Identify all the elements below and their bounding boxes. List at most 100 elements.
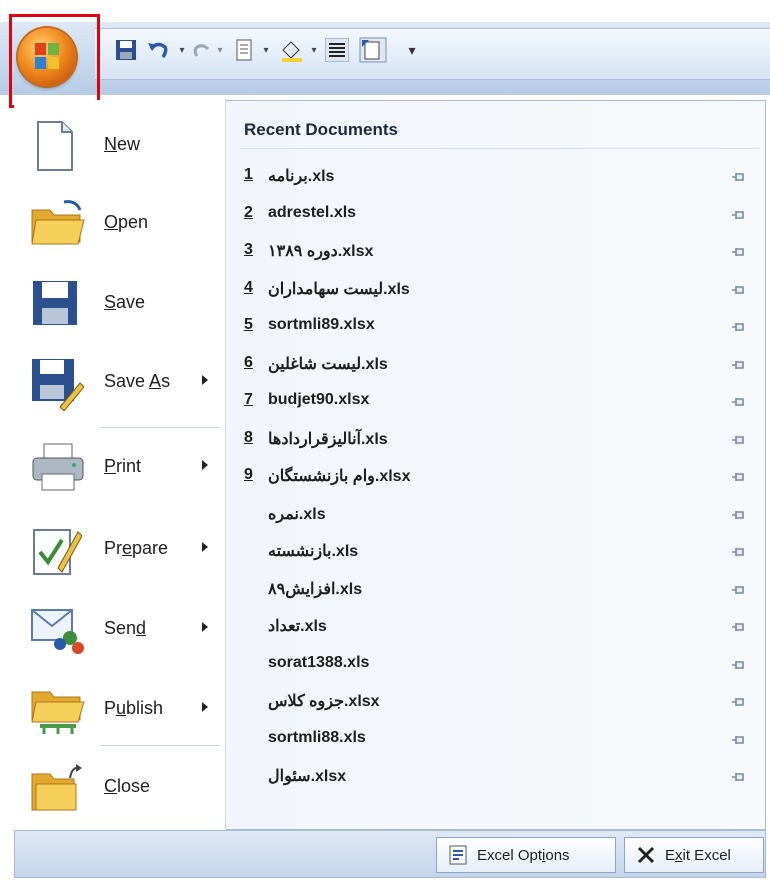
recent-document-name: sorat1388.xls [268,653,370,671]
recent-documents-divider [240,148,760,149]
customize-qat-icon[interactable]: ▾ [404,33,420,67]
recent-document-number: 5 [244,316,253,333]
recent-document-number: 6 [244,353,253,371]
recent-document-item[interactable]: بازنشسته.xls [240,535,760,571]
recent-document-number: 1 [244,166,253,183]
recent-document-name: budjet90.xlsx [268,391,370,408]
pin-icon[interactable] [730,694,746,710]
menu-item-label: Save [104,292,146,312]
recent-document-number: 4 [244,278,253,296]
menu-item-print[interactable]: Print [14,432,226,504]
pin-icon[interactable] [730,619,746,635]
recent-document-number: 7 [244,391,253,408]
pin-icon[interactable] [730,319,746,335]
save-qat-icon[interactable] [112,33,140,67]
exit-excel-button[interactable]: Exit Excel [624,837,764,873]
recent-document-name: نمره.xls [268,505,326,523]
recent-document-name: وام بازنشستگان.xlsx [268,468,411,485]
publish-icon [30,684,86,736]
recent-document-name: برنامه.xls [268,168,335,185]
pin-icon[interactable] [730,169,746,185]
pin-icon[interactable] [730,394,746,410]
recent-documents-title: Recent Documents [244,120,398,139]
recent-document-name: لیست سهامداران.xls [268,280,410,298]
menu-item-send[interactable]: Send [14,594,226,666]
pin-icon[interactable] [730,244,746,260]
recent-document-item[interactable]: سئوال.xlsx [240,760,760,796]
recent-document-item[interactable]: 4 لیست سهامداران.xls [240,273,760,309]
open-folder-icon [30,198,86,250]
office-button-highlight [9,14,100,108]
recent-document-item[interactable]: 8 آنالیزقراردادها.xls [240,423,760,459]
pin-icon[interactable] [730,544,746,560]
submenu-arrow-icon [202,542,208,552]
recent-document-number: 2 [244,203,253,221]
recent-document-item[interactable]: 7 budjet90.xlsx [240,385,760,421]
recent-document-name: بازنشسته.xls [268,543,359,560]
menu-item-label: Send [104,618,147,638]
close-folder-icon [30,762,86,814]
recent-document-item[interactable]: 5 sortmli89.xlsx [240,310,760,346]
recent-document-name: sortmli89.xlsx [268,316,375,333]
menu-item-prepare[interactable]: Prepare [14,514,226,586]
prepare-icon [30,524,86,576]
undo-icon[interactable] [144,33,174,67]
pin-icon[interactable] [730,432,746,448]
menu-item-save-as[interactable]: Save As [14,347,226,419]
page-layout-icon[interactable] [356,33,390,67]
recent-document-item[interactable]: 1 برنامه.xls [240,160,760,196]
menu-item-save[interactable]: Save [14,268,226,340]
menu-item-open[interactable]: Open [14,188,226,260]
pin-icon[interactable] [730,732,746,748]
submenu-arrow-icon [202,622,208,632]
save-as-icon [30,357,86,412]
recent-document-item[interactable]: تعداد.xls [240,610,760,646]
recent-document-item[interactable]: جزوه کلاس.xlsx [240,685,760,721]
quick-print-icon[interactable] [230,33,260,67]
submenu-arrow-icon [202,702,208,712]
fill-color-icon[interactable] [276,33,308,67]
pin-icon[interactable] [730,469,746,485]
fill-dropdown-icon[interactable]: ▾ [308,33,320,67]
recent-document-item[interactable]: 2 adrestel.xls [240,198,760,234]
recent-document-number: 8 [244,428,253,446]
recent-document-name: sortmli88.xls [268,728,366,746]
recent-document-name: دوره ۱۳۸۹.xlsx [268,243,374,260]
redo-dropdown-icon[interactable]: ▾ [214,33,226,67]
send-icon [30,604,86,656]
recent-document-item[interactable]: 9 وام بازنشستگان.xlsx [240,460,760,496]
pin-icon[interactable] [730,769,746,785]
menu-item-publish[interactable]: Publish [14,674,226,746]
menu-item-label: Save As [104,371,171,391]
recent-document-item[interactable]: sortmli88.xls [240,723,760,759]
pin-icon[interactable] [730,282,746,298]
recent-document-number: 3 [244,241,253,258]
print-dropdown-icon[interactable]: ▾ [260,33,272,67]
pin-icon[interactable] [730,582,746,598]
pin-icon[interactable] [730,507,746,523]
menu-item-new[interactable]: New [14,110,226,182]
excel-options-button[interactable]: Excel Options [436,837,616,873]
save-disk-icon [30,278,86,330]
undo-dropdown-icon[interactable]: ▾ [176,33,188,67]
recent-document-item[interactable]: افزایش۸۹.xls [240,573,760,609]
recent-document-item[interactable]: نمره.xls [240,498,760,534]
pin-icon[interactable] [730,357,746,373]
recent-document-item[interactable]: 6 لیست شاغلین.xls [240,348,760,384]
pin-icon[interactable] [730,207,746,223]
options-icon [447,844,469,866]
excel-options-label: Excel Options [477,846,570,864]
recent-document-item[interactable]: 3 دوره ۱۳۸۹.xlsx [240,235,760,271]
menu-item-close[interactable]: Close [14,752,226,824]
align-justify-icon[interactable] [322,33,352,67]
recent-document-name: adrestel.xls [268,203,357,221]
new-document-icon [30,120,86,172]
menu-item-label: Print [104,456,142,476]
redo-icon[interactable] [190,33,214,67]
pin-icon[interactable] [730,657,746,673]
recent-document-item[interactable]: sorat1388.xls [240,648,760,684]
recent-document-name: جزوه کلاس.xlsx [268,693,380,710]
submenu-arrow-icon [202,460,208,470]
menu-separator [100,745,220,746]
exit-excel-label: Exit Excel [665,846,731,864]
